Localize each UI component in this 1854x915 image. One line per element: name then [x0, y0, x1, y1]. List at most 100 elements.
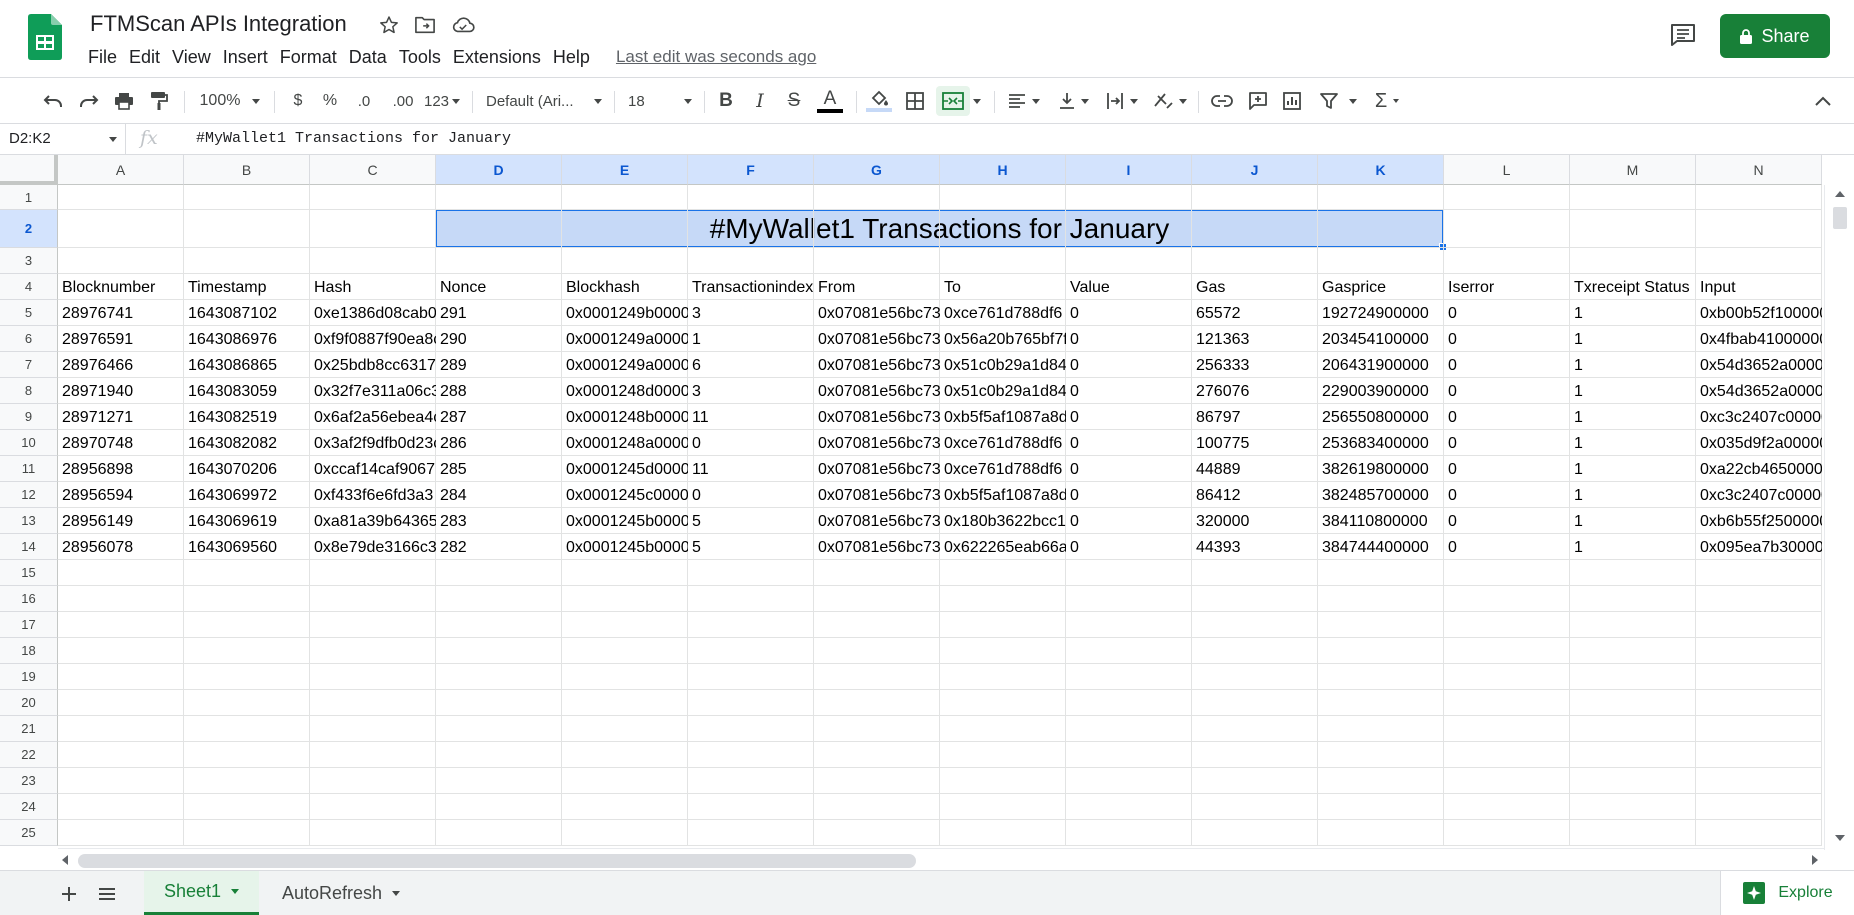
table-cell[interactable]: 1643082519 — [184, 405, 310, 431]
table-cell[interactable]: 0x07081e56bc73 — [814, 509, 940, 535]
table-cell[interactable]: 0 — [1444, 327, 1570, 353]
table-cell[interactable]: 0x0001249a0000 — [562, 327, 688, 353]
table-cell[interactable]: 0xc3c2407c00000 — [1696, 483, 1822, 509]
redo-icon[interactable] — [76, 86, 102, 116]
table-cell[interactable]: 0x07081e56bc73 — [814, 535, 940, 561]
table-cell[interactable]: 28956898 — [58, 457, 184, 483]
table-cell[interactable]: 0xce761d788df6 — [940, 457, 1066, 483]
table-cell[interactable]: 0 — [1066, 327, 1192, 353]
column-header-i[interactable]: I — [1066, 155, 1192, 185]
column-header-l[interactable]: L — [1444, 155, 1570, 185]
table-cell[interactable]: 0 — [1444, 483, 1570, 509]
format-currency-button[interactable]: $ — [288, 86, 308, 116]
row-header-23[interactable]: 23 — [0, 768, 58, 794]
strikethrough-icon[interactable]: S — [782, 86, 806, 116]
table-cell[interactable]: 1643069560 — [184, 535, 310, 561]
table-cell[interactable]: 382485700000 — [1318, 483, 1444, 509]
table-cell[interactable]: 0x4fbab410000000 — [1696, 327, 1822, 353]
menu-insert[interactable]: Insert — [223, 47, 278, 68]
table-cell[interactable]: 0x0001248a0000 — [562, 431, 688, 457]
table-cell[interactable]: 276076 — [1192, 379, 1318, 405]
merge-cells-icon[interactable] — [936, 86, 970, 116]
table-cell[interactable]: 0 — [1066, 379, 1192, 405]
table-cell[interactable]: 0x07081e56bc73 — [814, 405, 940, 431]
filter-views-dropdown[interactable] — [1346, 86, 1360, 116]
decrease-decimal-button[interactable]: .0 — [350, 86, 378, 116]
table-cell[interactable]: 0 — [1444, 457, 1570, 483]
row-header-5[interactable]: 5 — [0, 300, 58, 326]
table-cell[interactable]: 0x0001248d0000 — [562, 379, 688, 405]
header-cell[interactable]: Timestamp — [184, 275, 310, 301]
star-icon[interactable] — [376, 12, 402, 38]
table-cell[interactable]: 0x07081e56bc73 — [814, 353, 940, 379]
column-header-a[interactable]: A — [58, 155, 184, 185]
table-cell[interactable]: 11 — [688, 457, 814, 483]
column-header-e[interactable]: E — [562, 155, 688, 185]
table-cell[interactable]: 0x180b3622bcc1 — [940, 509, 1066, 535]
table-cell[interactable]: 28956078 — [58, 535, 184, 561]
table-cell[interactable]: 284 — [436, 483, 562, 509]
menu-format[interactable]: Format — [280, 47, 347, 68]
row-header-1[interactable]: 1 — [0, 185, 58, 210]
add-sheet-icon[interactable] — [54, 879, 84, 909]
table-cell[interactable]: 384110800000 — [1318, 509, 1444, 535]
table-cell[interactable]: 0xb6b55f25000000 — [1696, 509, 1822, 535]
table-cell[interactable]: 1643087102 — [184, 301, 310, 327]
fill-color-icon[interactable] — [864, 86, 894, 116]
column-header-g[interactable]: G — [814, 155, 940, 185]
table-cell[interactable]: 0 — [1444, 509, 1570, 535]
table-cell[interactable]: 0x07081e56bc73 — [814, 327, 940, 353]
table-cell[interactable]: 1643082082 — [184, 431, 310, 457]
table-cell[interactable]: 5 — [688, 535, 814, 561]
header-cell[interactable]: To — [940, 275, 1066, 301]
row-header-19[interactable]: 19 — [0, 664, 58, 690]
table-cell[interactable]: 0x32f7e311a06c3 — [310, 379, 436, 405]
row-header-15[interactable]: 15 — [0, 560, 58, 586]
column-header-m[interactable]: M — [1570, 155, 1696, 185]
scroll-down-icon[interactable] — [1835, 835, 1845, 841]
table-cell[interactable]: 0 — [1444, 431, 1570, 457]
row-header-7[interactable]: 7 — [0, 352, 58, 378]
table-cell[interactable]: 0x095ea7b300000 — [1696, 535, 1822, 561]
header-cell[interactable]: Nonce — [436, 275, 562, 301]
table-cell[interactable]: 320000 — [1192, 509, 1318, 535]
table-cell[interactable]: 0x07081e56bc73 — [814, 301, 940, 327]
table-cell[interactable]: 0x51c0b29a1d84 — [940, 353, 1066, 379]
table-cell[interactable]: 289 — [436, 353, 562, 379]
menu-edit[interactable]: Edit — [129, 47, 170, 68]
table-cell[interactable]: 0xb00b52f1000000 — [1696, 301, 1822, 327]
table-cell[interactable]: 0xf433f6e6fd3a3 — [310, 483, 436, 509]
cell-area[interactable]: #MyWallet1 Transactions for January Bloc… — [58, 185, 1824, 850]
row-header-12[interactable]: 12 — [0, 482, 58, 508]
horizontal-scroll-thumb[interactable] — [78, 854, 916, 868]
font-family-select[interactable]: Default (Ari... — [486, 86, 602, 116]
menu-file[interactable]: File — [88, 47, 127, 68]
header-cell[interactable]: Iserror — [1444, 275, 1570, 301]
table-cell[interactable]: 291 — [436, 301, 562, 327]
table-cell[interactable]: 253683400000 — [1318, 431, 1444, 457]
table-cell[interactable]: 28956149 — [58, 509, 184, 535]
table-cell[interactable]: 0x07081e56bc73 — [814, 379, 940, 405]
table-cell[interactable]: 256550800000 — [1318, 405, 1444, 431]
table-cell[interactable]: 0x6af2a56ebea4c — [310, 405, 436, 431]
table-cell[interactable]: 0x54d3652a00000 — [1696, 379, 1822, 405]
header-cell[interactable]: Value — [1066, 275, 1192, 301]
table-cell[interactable]: 282 — [436, 535, 562, 561]
table-cell[interactable]: 1 — [1570, 535, 1696, 561]
table-cell[interactable]: 0 — [688, 431, 814, 457]
table-cell[interactable]: 229003900000 — [1318, 379, 1444, 405]
row-header-3[interactable]: 3 — [0, 248, 58, 274]
header-cell[interactable]: Gas — [1192, 275, 1318, 301]
table-cell[interactable]: 192724900000 — [1318, 301, 1444, 327]
sheet-tab-sheet1[interactable]: Sheet1 — [144, 871, 260, 915]
menu-help[interactable]: Help — [553, 47, 600, 68]
table-cell[interactable]: 0 — [1444, 535, 1570, 561]
move-folder-icon[interactable] — [412, 12, 438, 38]
borders-icon[interactable] — [902, 86, 928, 116]
header-cell[interactable]: Hash — [310, 275, 436, 301]
header-cell[interactable]: Txreceipt Status — [1570, 275, 1696, 301]
table-cell[interactable]: 0xc3c2407c00000 — [1696, 405, 1822, 431]
table-cell[interactable]: 1643070206 — [184, 457, 310, 483]
text-wrapping-icon[interactable] — [1102, 86, 1142, 116]
table-cell[interactable]: 0x3af2f9dfb0d23c — [310, 431, 436, 457]
